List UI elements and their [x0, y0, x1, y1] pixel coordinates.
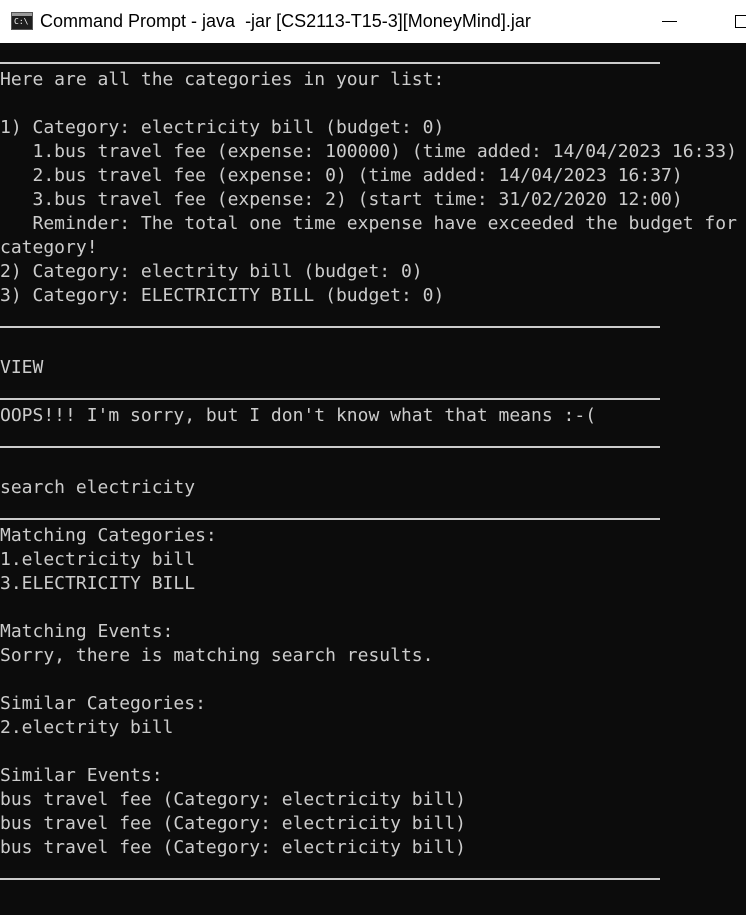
category-line: 3) Category: ELECTRICITY BILL (budget: 0…: [0, 285, 445, 306]
command-input: VIEW: [0, 357, 44, 378]
separator-line: [0, 878, 660, 880]
event-line: 2.bus travel fee (expense: 0) (time adde…: [0, 165, 683, 186]
window-title: Command Prompt - java -jar [CS2113-T15-3…: [40, 11, 531, 31]
result-line: bus travel fee (Category: electricity bi…: [0, 789, 466, 810]
result-line: 2.electrity bill: [0, 717, 174, 738]
result-line: Sorry, there is matching search results.: [0, 645, 434, 666]
separator-line: [0, 518, 660, 520]
separator-line: [0, 326, 660, 328]
list-header: Here are all the categories in your list…: [0, 69, 445, 90]
maximize-icon: [734, 15, 746, 28]
event-line: 1.bus travel fee (expense: 100000) (time…: [0, 141, 737, 162]
error-message: OOPS!!! I'm sorry, but I don't know what…: [0, 405, 597, 426]
category-line: 1) Category: electricity bill (budget: 0…: [0, 117, 445, 138]
command-input: search electricity: [0, 477, 196, 498]
result-line: 1.electricity bill: [0, 549, 196, 570]
title-bar[interactable]: C:\ Command Prompt - java -jar [CS2113-T…: [0, 0, 746, 43]
result-heading: Matching Events:: [0, 621, 174, 642]
minimize-icon: [661, 21, 677, 22]
event-line: 3.bus travel fee (expense: 2) (start tim…: [0, 189, 683, 210]
result-line: bus travel fee (Category: electricity bi…: [0, 813, 466, 834]
command-prompt-icon: C:\: [11, 12, 33, 30]
result-heading: Matching Categories:: [0, 525, 217, 546]
result-heading: Similar Categories:: [0, 693, 206, 714]
reminder-line: Reminder: The total one time expense hav…: [0, 213, 737, 234]
reminder-line: category!: [0, 237, 98, 258]
minimize-button[interactable]: [646, 0, 692, 43]
result-line: bus travel fee (Category: electricity bi…: [0, 837, 466, 858]
result-line: 3.ELECTRICITY BILL: [0, 573, 196, 594]
separator-line: [0, 446, 660, 448]
category-line: 2) Category: electrity bill (budget: 0): [0, 261, 423, 282]
console-output[interactable]: Here are all the categories in your list…: [0, 43, 746, 915]
icon-text: C:\: [14, 17, 29, 26]
separator-line: [0, 62, 660, 64]
separator-line: [0, 398, 660, 400]
result-heading: Similar Events:: [0, 765, 163, 786]
maximize-button[interactable]: [718, 0, 746, 43]
